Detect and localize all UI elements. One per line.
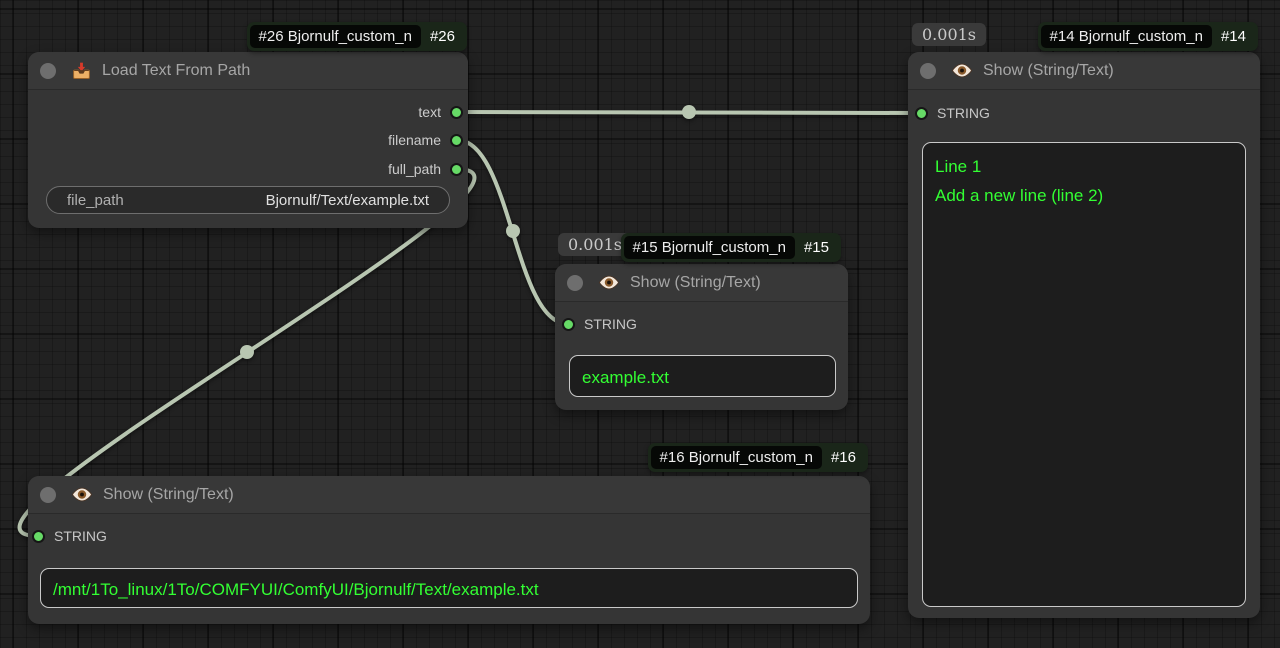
widget-value: Bjornulf/Text/example.txt: [266, 192, 429, 209]
node-title-bar[interactable]: Load Text From Path: [28, 52, 468, 90]
input-row-string: STRING: [32, 526, 107, 546]
input-slot-string[interactable]: [32, 530, 45, 543]
eye-icon: [951, 63, 973, 78]
file-path-widget[interactable]: file_path Bjornulf/Text/example.txt: [46, 186, 450, 214]
node-status-dot: [567, 275, 583, 291]
node-badge-id: #26: [421, 28, 464, 45]
string-output-textarea[interactable]: example.txt: [569, 355, 836, 397]
node-badge-label: #14 Bjornulf_custom_n: [1041, 25, 1212, 48]
node-badge-id: #15: [795, 239, 838, 256]
execution-time-badge: 0.001s: [912, 23, 986, 46]
node-title: Load Text From Path: [102, 62, 250, 80]
node-badge-26: #26 Bjornulf_custom_n #26: [247, 22, 467, 51]
node-badge-label: #16 Bjornulf_custom_n: [651, 446, 822, 469]
node-title: Show (String/Text): [983, 62, 1114, 80]
output-row-full-path: full_path: [388, 159, 463, 179]
output-label: filename: [388, 132, 441, 148]
input-label: STRING: [937, 105, 990, 121]
eye-icon: [71, 487, 93, 502]
node-badge-14: #14 Bjornulf_custom_n #14: [1038, 22, 1258, 51]
output-slot-filename[interactable]: [450, 134, 463, 147]
node-badge-label: #15 Bjornulf_custom_n: [624, 236, 795, 259]
node-badge-15: #15 Bjornulf_custom_n #15: [621, 233, 841, 262]
output-label: text: [418, 104, 441, 120]
eye-icon: [598, 275, 620, 290]
input-label: STRING: [54, 528, 107, 544]
string-output-textarea[interactable]: /mnt/1To_linux/1To/COMFYUI/ComfyUI/Bjorn…: [40, 568, 858, 608]
node-title: Show (String/Text): [103, 486, 234, 504]
link-midpoint-dot[interactable]: [506, 224, 520, 238]
input-slot-string[interactable]: [915, 107, 928, 120]
node-title-bar[interactable]: Show (String/Text): [555, 264, 848, 302]
node-title-bar[interactable]: Show (String/Text): [28, 476, 870, 514]
output-slot-full-path[interactable]: [450, 163, 463, 176]
node-show-string-text-14[interactable]: Show (String/Text) STRING Line 1 Add a n…: [908, 52, 1260, 618]
link-midpoint-dot[interactable]: [240, 345, 254, 359]
node-show-string-text-15[interactable]: Show (String/Text) STRING example.txt: [555, 264, 848, 410]
inbox-tray-icon: [71, 61, 92, 81]
string-output-textarea[interactable]: Line 1 Add a new line (line 2): [922, 142, 1246, 607]
node-badge-16: #16 Bjornulf_custom_n #16: [648, 443, 868, 472]
output-row-text: text: [418, 102, 463, 122]
input-row-string: STRING: [562, 314, 637, 334]
widget-label: file_path: [67, 192, 124, 209]
input-row-string: STRING: [915, 103, 990, 123]
node-status-dot: [40, 63, 56, 79]
node-title-bar[interactable]: Show (String/Text): [908, 52, 1260, 90]
node-show-string-text-16[interactable]: Show (String/Text) STRING /mnt/1To_linux…: [28, 476, 870, 624]
node-status-dot: [920, 63, 936, 79]
input-slot-string[interactable]: [562, 318, 575, 331]
link-midpoint-dot[interactable]: [682, 105, 696, 119]
node-badge-id: #14: [1212, 28, 1255, 45]
node-title: Show (String/Text): [630, 274, 761, 292]
input-label: STRING: [584, 316, 637, 332]
output-row-filename: filename: [388, 130, 463, 150]
output-slot-text[interactable]: [450, 106, 463, 119]
node-badge-label: #26 Bjornulf_custom_n: [250, 25, 421, 48]
comfyui-node-graph-canvas[interactable]: { "canvas": { "link_color": "#b8c6b1", "…: [0, 0, 1280, 648]
output-label: full_path: [388, 161, 441, 177]
node-status-dot: [40, 487, 56, 503]
node-load-text-from-path[interactable]: Load Text From Path text filename full_p…: [28, 52, 468, 228]
node-badge-id: #16: [822, 449, 865, 466]
